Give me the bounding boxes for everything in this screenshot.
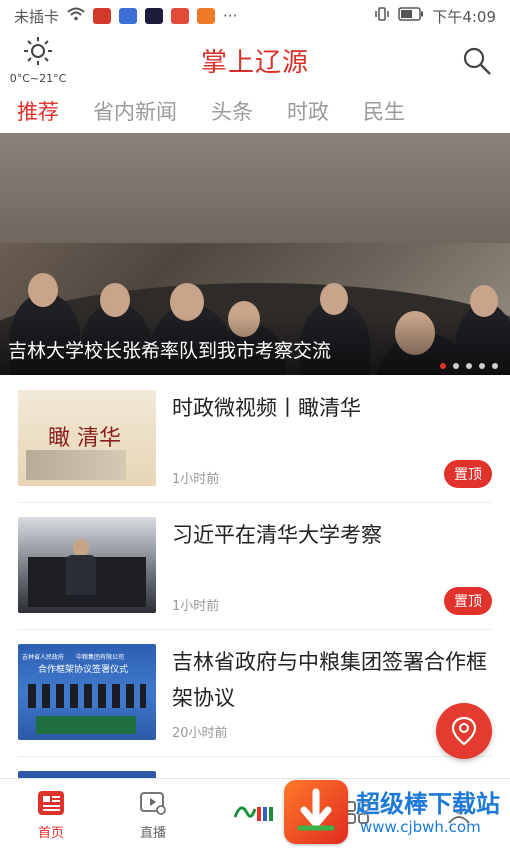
- vibrate-icon: [374, 6, 390, 26]
- news-title: 时政微视频丨瞰清华: [172, 396, 361, 420]
- wifi-icon: [67, 7, 85, 25]
- download-arrow-icon: [297, 788, 335, 831]
- carousel-indicators: [440, 363, 498, 369]
- news-time: 1小时前: [172, 472, 220, 487]
- nav-label: 直播: [139, 825, 166, 841]
- tab-recommend[interactable]: 推荐: [0, 96, 76, 126]
- carrier-label: 未插卡: [14, 7, 60, 26]
- banner-caption: 吉林大学校长张希率队到我市考察交流: [8, 340, 332, 362]
- banner-image: [0, 133, 510, 243]
- app-notification-icon: [171, 8, 190, 24]
- category-tabs: 推荐 省内新闻 头条 时政 民生: [0, 90, 510, 132]
- news-list: 瞰 清华 时政微视频丨瞰清华 1小时前 置顶 习近平在清华大学考察 1小时前 置…: [0, 376, 510, 797]
- search-button[interactable]: [462, 46, 492, 76]
- news-title: 习近平在清华大学考察: [172, 523, 382, 547]
- nav-live[interactable]: 直播: [102, 779, 204, 851]
- watermark-url: www.cjbwh.com: [360, 818, 481, 836]
- pinned-badge: 置顶: [444, 587, 492, 615]
- brand-logo-icon: [233, 806, 273, 821]
- watermark-text: 超级棒下载站: [356, 790, 500, 818]
- news-time: 20小时前: [172, 726, 228, 741]
- pinned-badge: 置顶: [444, 460, 492, 488]
- news-icon: [38, 790, 64, 815]
- news-time: 1小时前: [172, 599, 220, 614]
- location-button[interactable]: [436, 703, 492, 759]
- nav-label: 首页: [37, 825, 64, 841]
- app-title: 掌上辽源: [200, 48, 309, 78]
- list-item[interactable]: 瞰 清华 时政微视频丨瞰清华 1小时前 置顶: [18, 376, 492, 503]
- watermark-logo: [284, 780, 348, 844]
- battery-icon: [398, 7, 424, 25]
- tab-politics[interactable]: 时政: [270, 96, 346, 126]
- app-notification-icon: [119, 8, 138, 24]
- tab-provincial-news[interactable]: 省内新闻: [76, 96, 194, 126]
- list-item[interactable]: 习近平在清华大学考察 1小时前 置顶: [18, 503, 492, 630]
- tab-headlines[interactable]: 头条: [194, 96, 270, 126]
- list-item[interactable]: 吉林省人民政府 中粮集团有限公司 合作框架协议签署仪式 吉林省政府与中粮集团签署…: [18, 630, 492, 757]
- app-notification-icon: [145, 8, 164, 24]
- carousel-dot[interactable]: [453, 363, 459, 369]
- tab-livelihood[interactable]: 民生: [346, 96, 422, 126]
- news-title: 吉林省政府与中粮集团签署合作框架协议: [172, 650, 487, 710]
- carousel-dot[interactable]: [440, 363, 446, 369]
- location-pin-icon: [451, 716, 477, 746]
- app-notification-icon: [197, 8, 216, 24]
- news-thumbnail: [18, 517, 156, 613]
- site-watermark: 超级棒下载站 www.cjbwh.com: [282, 776, 510, 850]
- search-icon: [463, 47, 491, 75]
- nav-home[interactable]: 首页: [0, 779, 102, 851]
- video-icon: [140, 791, 166, 815]
- status-bar: 未插卡 ··· 下午4:09: [0, 0, 510, 32]
- carousel-dot[interactable]: [479, 363, 485, 369]
- app-notification-icon: [93, 8, 112, 24]
- more-notifications-icon: ···: [223, 7, 238, 25]
- news-thumbnail: 瞰 清华: [18, 390, 156, 486]
- carousel-dot[interactable]: [492, 363, 498, 369]
- clock: 下午4:09: [432, 7, 496, 26]
- news-thumbnail: 吉林省人民政府 中粮集团有限公司 合作框架协议签署仪式: [18, 644, 156, 740]
- carousel-dot[interactable]: [466, 363, 472, 369]
- banner-carousel[interactable]: 吉林大学校长张希率队到我市考察交流: [0, 133, 510, 375]
- app-header: 0°C~21°C 掌上辽源: [0, 32, 510, 88]
